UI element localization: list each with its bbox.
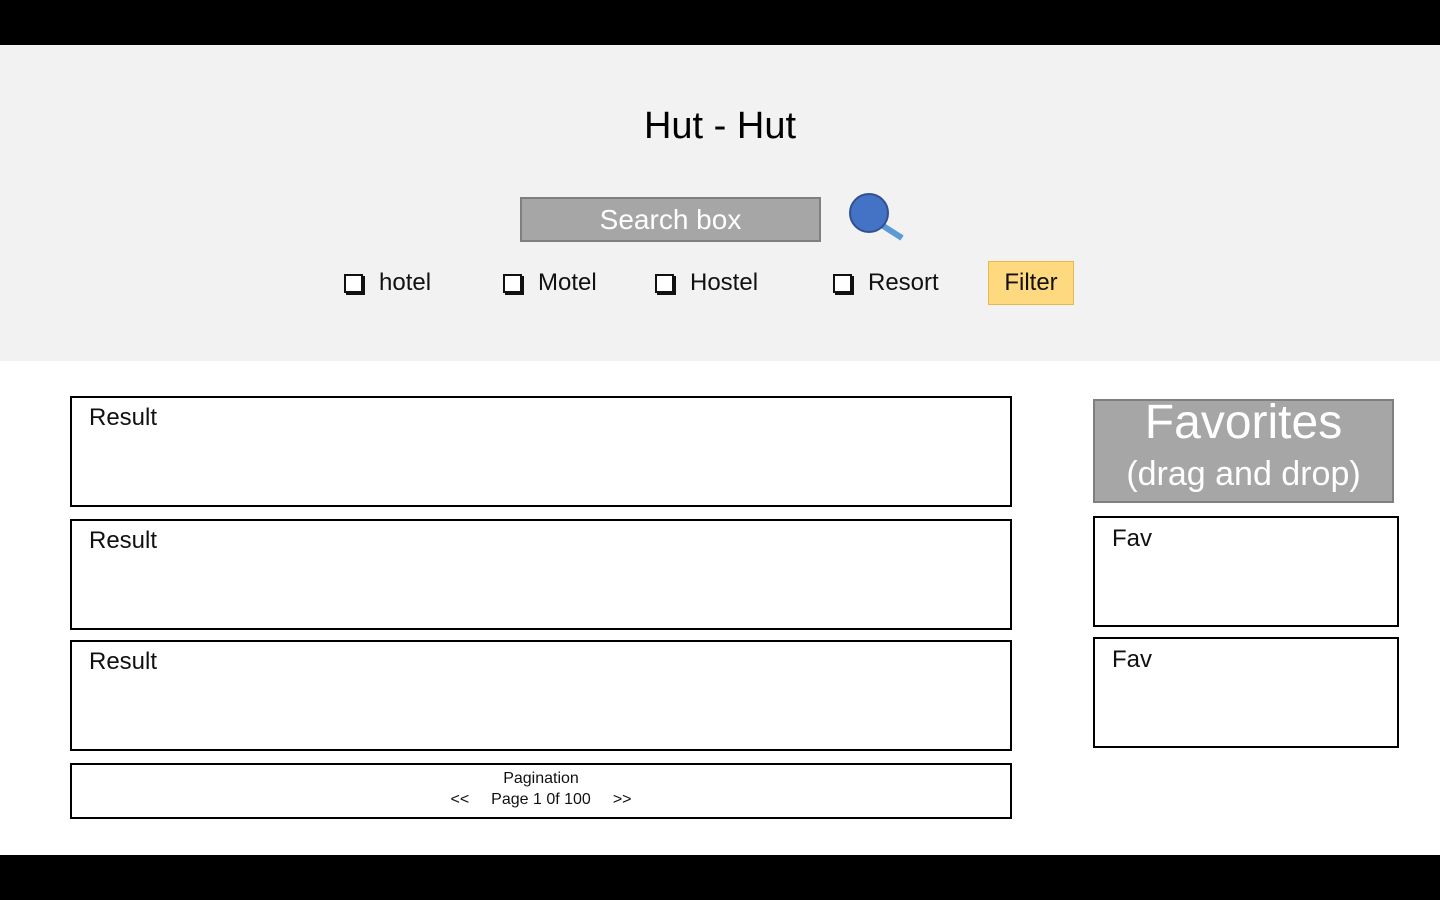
next-page-button[interactable]: >>: [613, 791, 632, 809]
previous-page-button[interactable]: <<: [450, 791, 469, 809]
header: Hut - Hut hotel Motel Hostel Resort Filt…: [0, 45, 1440, 361]
filter-label-resort: Resort: [868, 269, 939, 296]
favorites-title: Favorites: [1144, 396, 1343, 449]
result-label: Result: [89, 527, 158, 554]
search-icon[interactable]: [846, 192, 908, 244]
filter-checkbox-motel[interactable]: Motel: [503, 267, 597, 299]
pagination: Pagination << Page 1 0f 100 >>: [70, 763, 1012, 819]
favorite-card[interactable]: Fav: [1093, 637, 1399, 748]
favorite-label: Fav: [1112, 646, 1153, 673]
checkbox-icon[interactable]: [833, 273, 852, 293]
filter-label-motel: Motel: [538, 269, 597, 296]
filter-button[interactable]: Filter: [988, 261, 1074, 305]
page-indicator: Page 1 0f 100: [491, 791, 591, 808]
wireframe-page: Hut - Hut hotel Motel Hostel Resort Filt…: [0, 45, 1440, 855]
checkbox-icon[interactable]: [503, 273, 522, 293]
filter-label-hotel: hotel: [379, 269, 432, 296]
favorite-label: Fav: [1112, 525, 1153, 552]
favorites-drop-zone[interactable]: Favorites (drag and drop): [1093, 396, 1394, 503]
filter-checkbox-hostel[interactable]: Hostel: [655, 267, 758, 299]
checkbox-icon[interactable]: [655, 273, 674, 293]
result-card[interactable]: Result: [70, 519, 1012, 630]
favorite-card[interactable]: Fav: [1093, 516, 1399, 627]
favorites-subtitle: (drag and drop): [1126, 455, 1361, 493]
pagination-label: Pagination: [503, 770, 579, 787]
pagination-controls: << Page 1 0f 100 >>: [72, 791, 1010, 809]
result-card[interactable]: Result: [70, 640, 1012, 751]
checkbox-icon[interactable]: [344, 273, 363, 293]
filter-checkbox-hotel[interactable]: hotel: [344, 267, 431, 299]
result-label: Result: [89, 404, 158, 431]
app-title: Hut - Hut: [643, 105, 797, 147]
search-input[interactable]: [520, 197, 821, 242]
filter-checkbox-resort[interactable]: Resort: [833, 267, 939, 299]
result-label: Result: [89, 648, 158, 675]
filter-label-hostel: Hostel: [690, 269, 759, 296]
result-card[interactable]: Result: [70, 396, 1012, 507]
